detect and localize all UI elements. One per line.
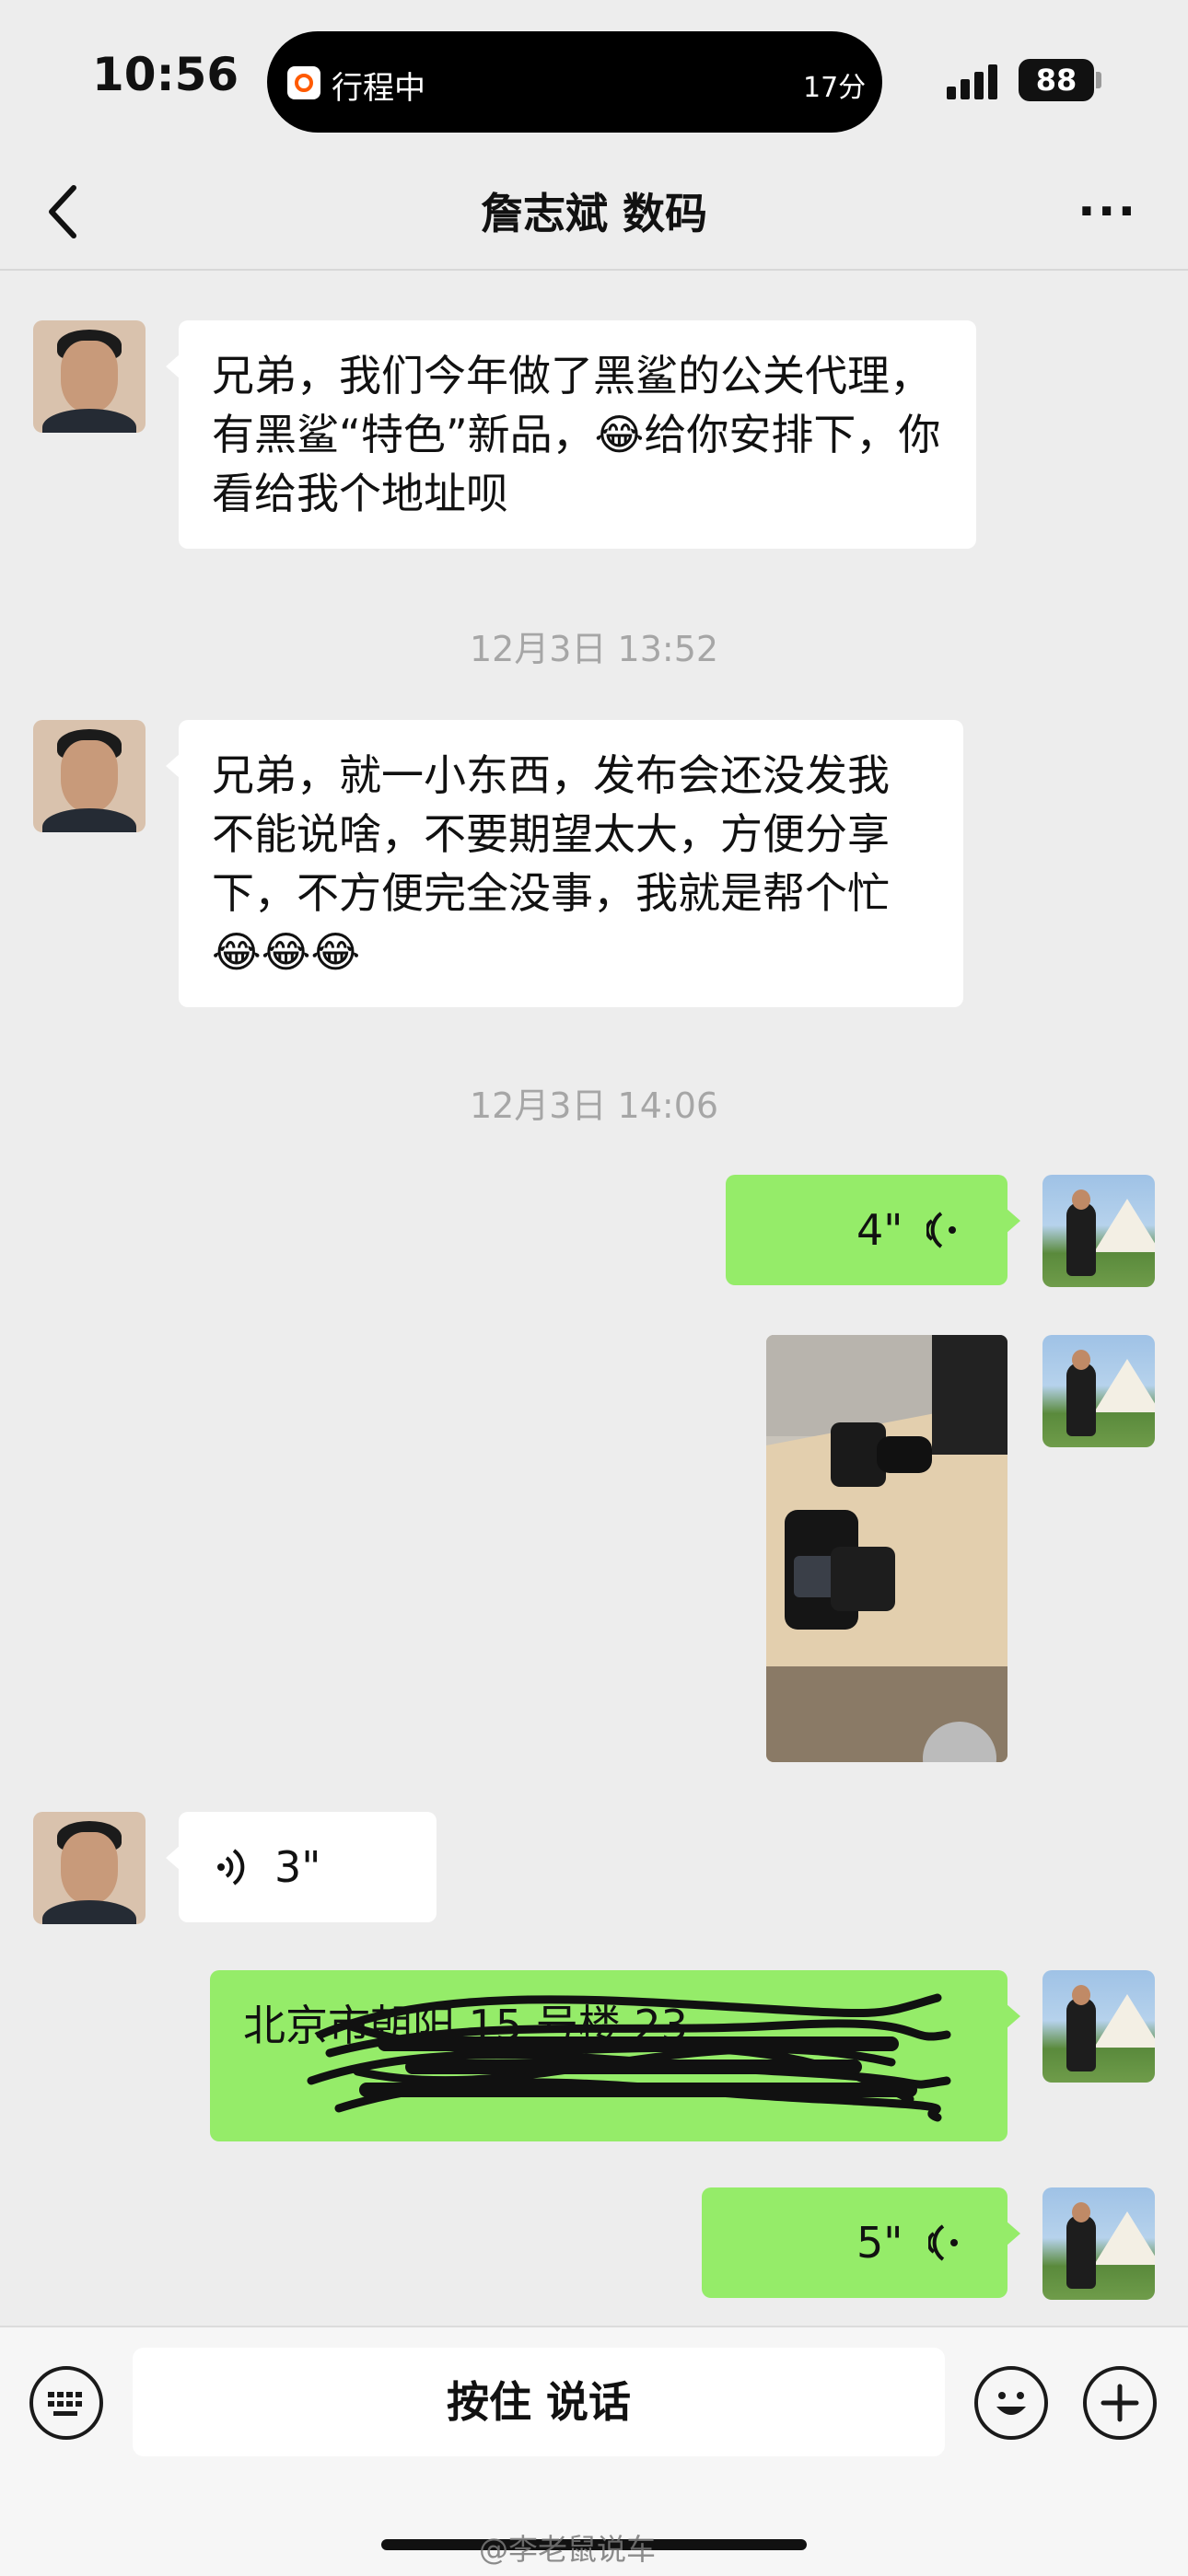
watermark: @李老鼠说车 (479, 2532, 657, 2567)
my-avatar[interactable] (1042, 1175, 1155, 1287)
plus-icon[interactable] (1083, 2366, 1157, 2440)
message-bubble-text[interactable]: 兄弟，我们今年做了黑鲨的公关代理，有黑鲨“特色”新品，😂给你安排下，你看给我个地… (166, 320, 976, 549)
contact-avatar[interactable] (33, 720, 146, 832)
chat-title: 詹志斌 数码 (480, 189, 707, 238)
voice-message[interactable]: 4" (726, 1175, 1020, 1285)
island-status-text: 行程中 (332, 70, 425, 107)
ride-app-icon (287, 66, 320, 99)
my-avatar[interactable] (1042, 1335, 1155, 1447)
timestamp: 12月3日 13:52 (469, 629, 719, 669)
voice-message[interactable]: 3" (166, 1812, 437, 1922)
voice-duration: 4" (856, 1205, 903, 1255)
status-time: 10:56 (92, 48, 239, 101)
hold-to-talk-button[interactable]: 按住 说话 (133, 2348, 945, 2456)
emoji-icon[interactable] (974, 2366, 1048, 2440)
scribble-redaction (307, 1993, 951, 2122)
voice-message[interactable]: 5" (702, 2187, 1020, 2298)
message-bubble-address[interactable]: 北京市朝阳 15 号楼 23 (210, 1970, 1020, 2141)
my-avatar[interactable] (1042, 2187, 1155, 2300)
voice-wave-icon (926, 1212, 956, 1248)
timestamp: 12月3日 14:06 (469, 1085, 719, 1126)
voice-wave-icon (928, 2224, 958, 2261)
my-avatar[interactable] (1042, 1970, 1155, 2083)
signal-icon (947, 64, 1000, 99)
nav-divider (0, 269, 1188, 271)
photo-icon (766, 1335, 1007, 1762)
contact-avatar[interactable] (33, 1812, 146, 1924)
island-minutes: 17分 (803, 72, 867, 104)
voice-duration: 5" (856, 2218, 903, 2268)
image-message[interactable] (766, 1335, 1007, 1762)
voice-duration: 3" (274, 1842, 321, 1892)
message-bubble-text[interactable]: 兄弟，就一小东西，发布会还没发我不能说啥，不要期望太大，方便分享下，不方便完全没… (166, 720, 963, 1007)
battery-icon: 88 (1019, 59, 1094, 101)
battery-nub (1096, 72, 1101, 88)
keyboard-icon[interactable] (29, 2366, 103, 2440)
contact-avatar[interactable] (33, 320, 146, 433)
voice-wave-icon (217, 1849, 245, 1886)
ellipsis-icon[interactable]: ··· (1077, 184, 1137, 239)
